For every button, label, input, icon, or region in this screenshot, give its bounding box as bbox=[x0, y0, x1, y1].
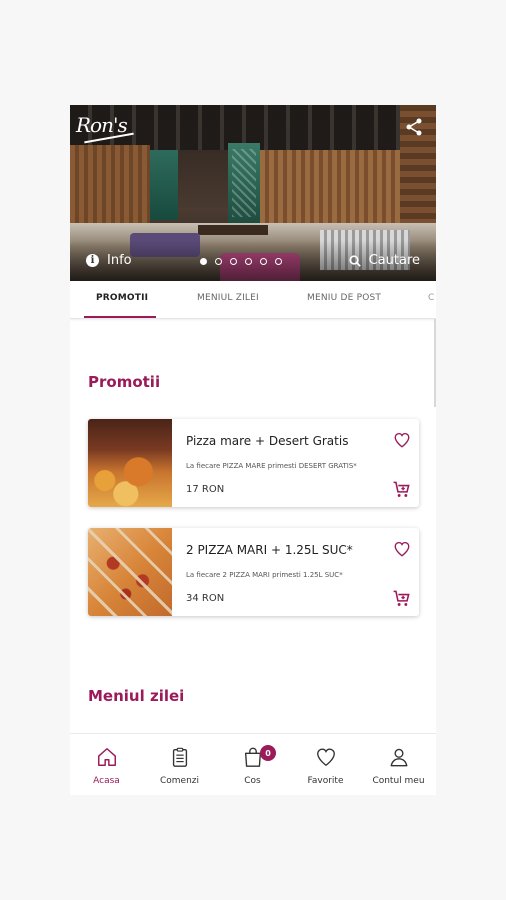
heart-icon bbox=[317, 748, 335, 767]
section-title-meniul-zilei: Meniul zilei bbox=[88, 687, 185, 705]
carousel-dot[interactable] bbox=[215, 258, 222, 265]
promo-price: 34 RON bbox=[186, 593, 225, 604]
hero-image-pillar bbox=[150, 150, 178, 220]
info-label: Info bbox=[107, 253, 132, 268]
clipboard-icon bbox=[172, 747, 188, 767]
add-to-cart-icon[interactable] bbox=[392, 589, 411, 608]
nav-acasa[interactable]: Acasa bbox=[70, 734, 143, 795]
tab-meniul-zilei[interactable]: MENIUL ZILEI bbox=[197, 293, 259, 303]
carousel-dot[interactable] bbox=[230, 258, 237, 265]
cart-count-badge: 0 bbox=[260, 745, 276, 761]
tab-meniu-de-post[interactable]: MENIU DE POST bbox=[307, 293, 381, 303]
heart-icon[interactable] bbox=[393, 431, 411, 449]
promo-description: La fiecare PIZZA MARE primesti DESERT GR… bbox=[186, 462, 357, 470]
nav-comenzi[interactable]: Comenzi bbox=[143, 734, 216, 795]
hero-banner[interactable]: Ron's i Info Cautare bbox=[70, 105, 436, 281]
hero-image-pillar bbox=[228, 143, 260, 223]
promo-image bbox=[88, 528, 172, 616]
info-icon: i bbox=[86, 254, 99, 267]
promo-image bbox=[88, 419, 172, 507]
promo-title: Pizza mare + Desert Gratis bbox=[186, 434, 349, 448]
hero-image-wall bbox=[260, 150, 400, 230]
bottom-navigation: Acasa Comenzi 0 Cos Favorite Contul meu bbox=[70, 733, 436, 795]
heart-icon[interactable] bbox=[393, 540, 411, 558]
carousel-dot[interactable] bbox=[245, 258, 252, 265]
user-icon bbox=[390, 748, 408, 767]
info-button[interactable]: i Info bbox=[86, 253, 132, 268]
nav-label: Acasa bbox=[93, 776, 120, 786]
search-icon bbox=[348, 254, 361, 267]
promo-price: 17 RON bbox=[186, 484, 225, 495]
carousel-dot[interactable] bbox=[260, 258, 267, 265]
promo-description: La fiecare 2 PIZZA MARI primesti 1.25L S… bbox=[186, 571, 343, 579]
nav-label: Cos bbox=[244, 776, 261, 786]
active-tab-indicator bbox=[84, 316, 156, 318]
app-screen: Ron's i Info Cautare PROMOTII MENIUL ZIL… bbox=[70, 105, 436, 795]
nav-label: Contul meu bbox=[372, 776, 425, 786]
restaurant-logo: Ron's bbox=[76, 113, 134, 144]
scroll-edge bbox=[434, 319, 436, 407]
tab-promotii[interactable]: PROMOTII bbox=[96, 293, 148, 303]
carousel-dot[interactable] bbox=[200, 258, 207, 265]
nav-label: Favorite bbox=[307, 776, 344, 786]
hero-image-table bbox=[198, 225, 268, 235]
section-title-promotii: Promotii bbox=[88, 373, 161, 391]
carousel-indicator[interactable] bbox=[200, 258, 282, 265]
promo-title: 2 PIZZA MARI + 1.25L SUC* bbox=[186, 543, 353, 557]
nav-contul-meu[interactable]: Contul meu bbox=[362, 734, 435, 795]
search-label: Cautare bbox=[368, 253, 420, 268]
tab-overflow[interactable]: C bbox=[428, 293, 434, 303]
share-icon[interactable] bbox=[404, 117, 424, 137]
hero-controls: i Info Cautare bbox=[70, 253, 436, 273]
add-to-cart-icon[interactable] bbox=[392, 480, 411, 499]
home-icon bbox=[98, 748, 116, 766]
nav-favorite[interactable]: Favorite bbox=[289, 734, 362, 795]
search-button[interactable]: Cautare bbox=[348, 253, 420, 268]
category-tabs: PROMOTII MENIUL ZILEI MENIU DE POST C bbox=[70, 281, 436, 319]
promo-card[interactable]: 2 PIZZA MARI + 1.25L SUC* La fiecare 2 P… bbox=[88, 528, 419, 616]
carousel-dot[interactable] bbox=[275, 258, 282, 265]
promo-card[interactable]: Pizza mare + Desert Gratis La fiecare PI… bbox=[88, 419, 419, 507]
nav-cos[interactable]: 0 Cos bbox=[216, 734, 289, 795]
nav-label: Comenzi bbox=[159, 776, 200, 786]
